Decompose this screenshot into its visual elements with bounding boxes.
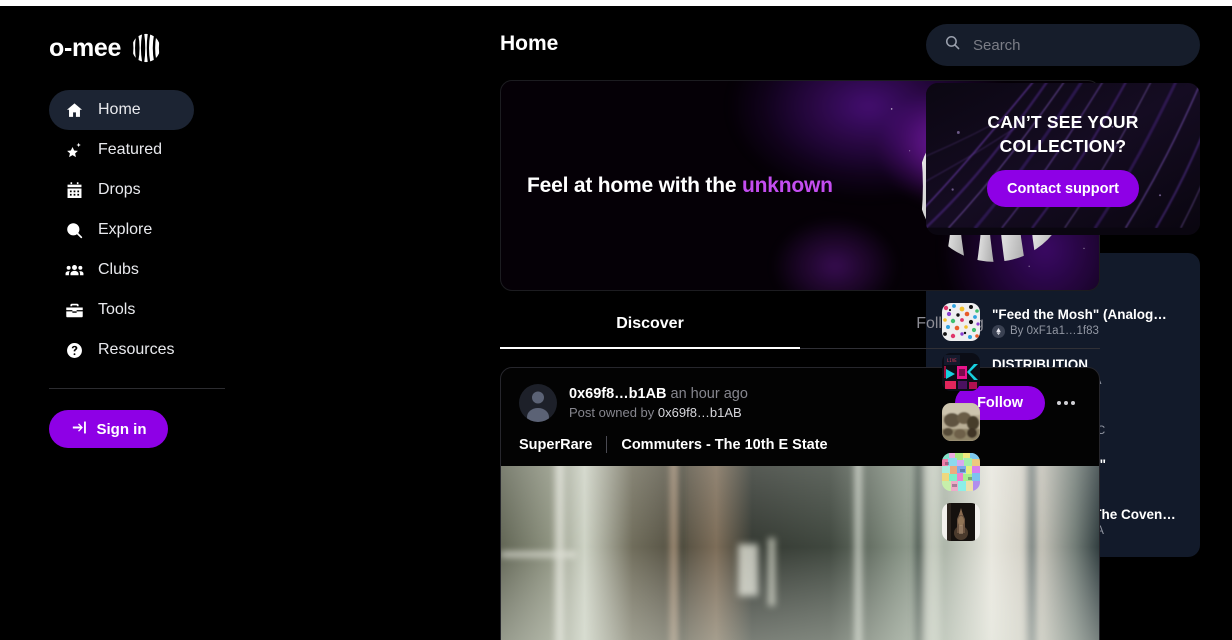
post-card: 0x69f8…b1AB an hour ago Post owned by 0x6… (500, 367, 1100, 640)
sidebar-nav: Home Featured Drops Explore Clubs Tools … (0, 90, 240, 370)
brand-logo[interactable]: o-mee (0, 28, 240, 68)
people-group-icon (65, 261, 84, 280)
post-author[interactable]: 0x69f8…b1AB (569, 386, 667, 402)
sidebar-item-featured[interactable]: Featured (49, 130, 194, 170)
blurred-abstract-artwork (501, 466, 1099, 640)
toolbox-icon (65, 301, 84, 320)
post-header: 0x69f8…b1AB an hour ago Post owned by 0x6… (501, 368, 1099, 422)
sidebar-item-label: Drops (98, 181, 141, 198)
post-meta: 0x69f8…b1AB an hour ago Post owned by 0x6… (569, 386, 955, 420)
collection-promo-card: CAN’T SEE YOUR COLLECTION? Contact suppo… (926, 83, 1200, 235)
search-icon (65, 221, 84, 240)
striped-sphere-icon (131, 33, 161, 63)
avatar[interactable] (519, 384, 557, 422)
sidebar-item-label: Resources (98, 341, 175, 358)
hero-title-plain: Feel at home with the (527, 173, 742, 197)
hero-title-accent: unknown (741, 173, 833, 197)
post-author-line: 0x69f8…b1AB an hour ago (569, 386, 955, 402)
post-owner-prefix: Post owned by (569, 405, 658, 420)
sign-in-button[interactable]: Sign in (49, 410, 168, 448)
question-circle-icon (65, 341, 84, 360)
hero-title: Feel at home with the unknown (527, 174, 833, 198)
gem-thumbnail: LIVE (942, 353, 980, 391)
sidebar-item-clubs[interactable]: Clubs (49, 250, 194, 290)
app-root: o-mee Home Featured Drops Explore Clubs … (0, 6, 1232, 640)
gem-thumbnail (942, 303, 980, 341)
brand-name: o-mee (49, 33, 122, 62)
post-divider (606, 436, 608, 453)
login-arrow-icon (71, 419, 88, 440)
sidebar-item-home[interactable]: Home (49, 90, 194, 130)
gem-thumbnail (942, 453, 980, 491)
post-timestamp: an hour ago (670, 386, 748, 402)
sidebar-item-label: Explore (98, 221, 153, 238)
promo-title: CAN’T SEE YOUR COLLECTION? (987, 111, 1139, 156)
user-avatar-icon (527, 391, 549, 422)
sign-in-label: Sign in (96, 420, 147, 438)
feed-tabs: Discover Following (500, 315, 1100, 349)
tab-discover[interactable]: Discover (500, 315, 800, 349)
post-owner[interactable]: 0x69f8…b1AB (658, 405, 742, 420)
post-platform[interactable]: SuperRare (519, 437, 592, 453)
sidebar-item-label: Clubs (98, 261, 139, 278)
page-title: Home (500, 32, 559, 55)
main-content: Home Feel at home with the unknown Disco… (240, 6, 1100, 640)
home-icon (65, 101, 84, 120)
sidebar-item-label: Featured (98, 141, 163, 158)
sidebar-item-label: Tools (98, 301, 136, 318)
sparkle-star-icon (65, 141, 84, 160)
post-subheader: SuperRare Commuters - The 10th E State (501, 422, 1099, 466)
sidebar-item-label: Home (98, 101, 141, 118)
sidebar-item-explore[interactable]: Explore (49, 210, 194, 250)
gem-thumbnail (942, 503, 980, 541)
sidebar-item-tools[interactable]: Tools (49, 290, 194, 330)
calendar-icon (65, 181, 84, 200)
post-owner-line: Post owned by 0x69f8…b1AB (569, 405, 955, 420)
sidebar-item-resources[interactable]: Resources (49, 330, 194, 370)
gem-thumbnail (942, 403, 980, 441)
sidebar-divider (49, 388, 225, 389)
svg-text:LIVE: LIVE (947, 358, 957, 363)
post-media[interactable] (501, 466, 1099, 640)
left-sidebar: o-mee Home Featured Drops Explore Clubs … (0, 6, 240, 640)
ellipsis-icon[interactable] (1051, 388, 1081, 418)
contact-support-button[interactable]: Contact support (987, 170, 1139, 208)
sidebar-item-drops[interactable]: Drops (49, 170, 194, 210)
post-title[interactable]: Commuters - The 10th E State (621, 437, 827, 453)
